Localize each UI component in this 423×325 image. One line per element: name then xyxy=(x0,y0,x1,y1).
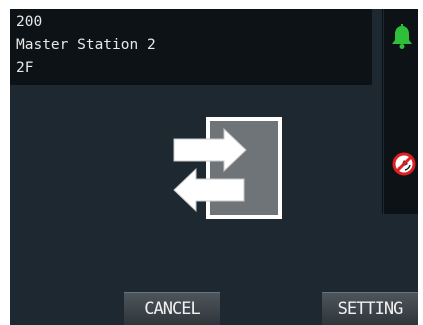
station-info-panel: 200 Master Station 2 2F xyxy=(10,9,372,85)
side-divider xyxy=(382,9,383,214)
setting-button[interactable]: SETTING xyxy=(322,292,418,325)
mute-icon[interactable] xyxy=(390,150,418,178)
transfer-icon xyxy=(173,117,282,219)
bell-icon[interactable] xyxy=(388,23,416,51)
cancel-button[interactable]: CANCEL xyxy=(124,292,220,325)
intercom-screen: 200 Master Station 2 2F CANCEL SETTING xyxy=(10,9,418,325)
station-name: Master Station 2 xyxy=(16,37,156,53)
station-number: 200 xyxy=(16,14,43,30)
station-floor: 2F xyxy=(16,60,34,76)
